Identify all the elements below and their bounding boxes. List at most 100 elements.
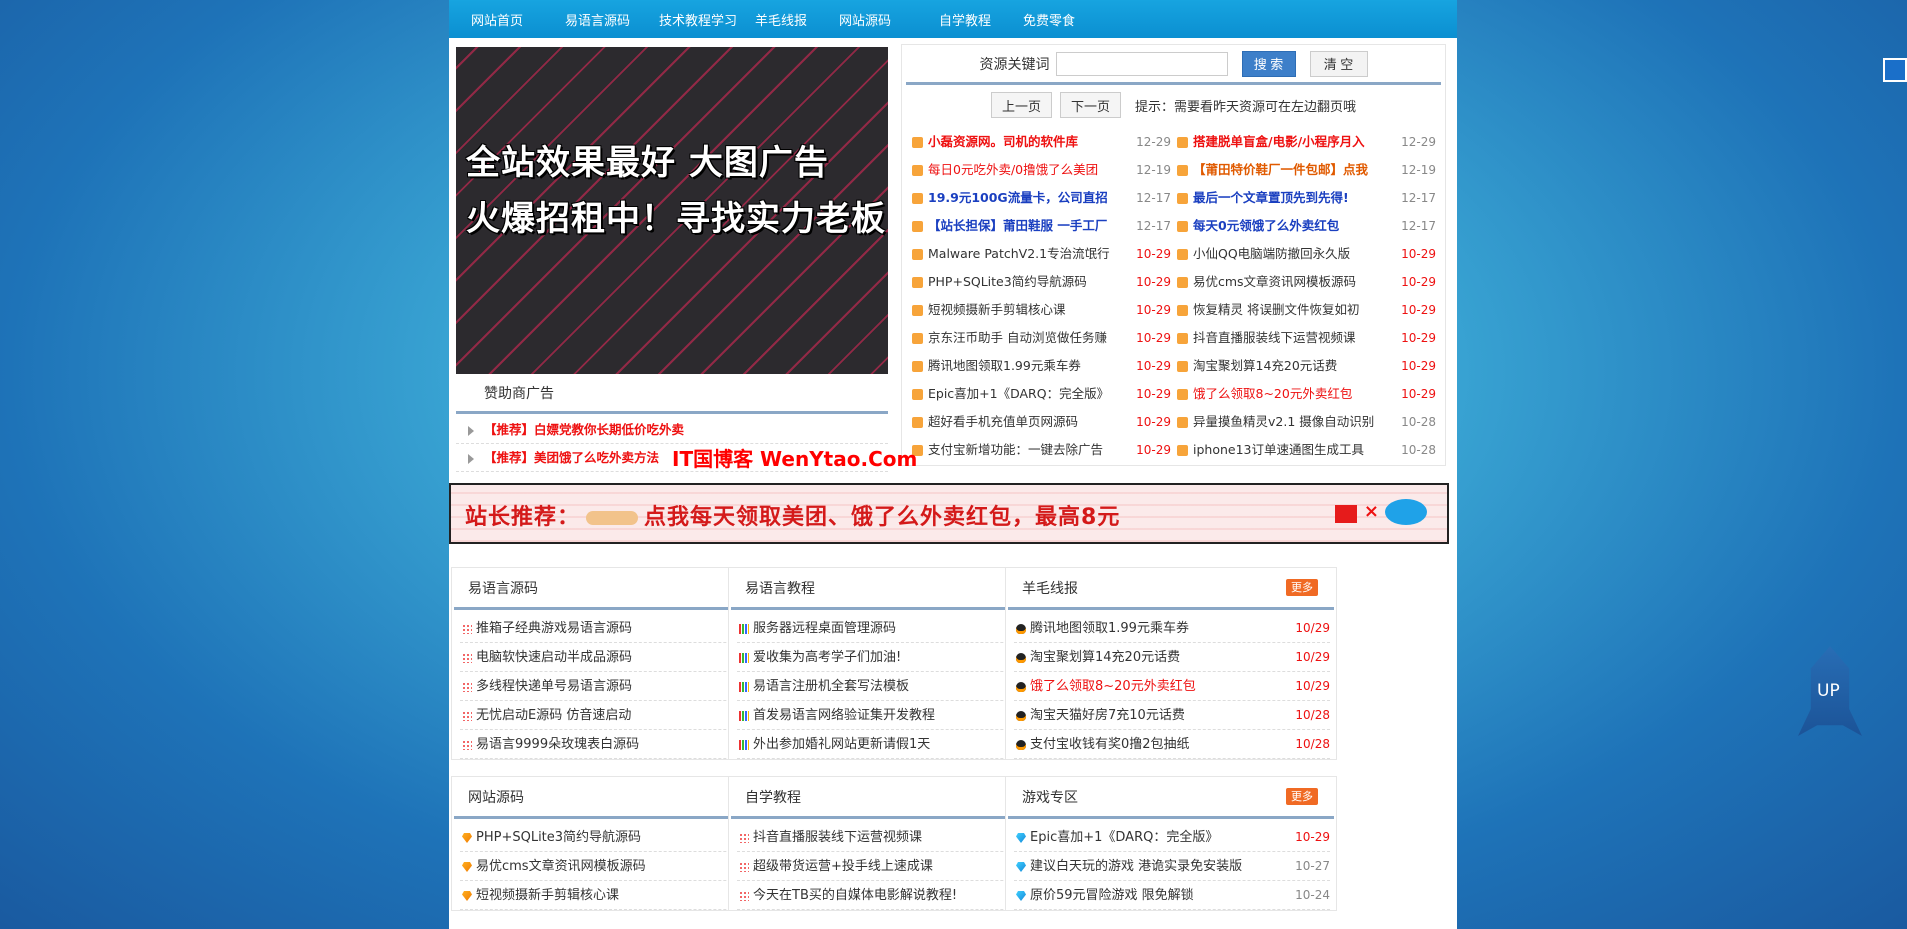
resource-title[interactable]: PHP+SQLite3简约导航源码 bbox=[928, 268, 1128, 296]
list-item-title[interactable]: 腾讯地图领取1.99元乘车券 bbox=[1030, 621, 1189, 636]
resource-item[interactable]: 【站长担保】莆田鞋服 一手工厂 12-17 bbox=[910, 212, 1175, 240]
resource-item[interactable]: 超好看手机充值单页网源码 10-29 bbox=[910, 408, 1175, 436]
more-button[interactable]: 更多 bbox=[1286, 579, 1318, 596]
resource-title[interactable]: 19.9元100G流量卡，公司直招 bbox=[928, 184, 1128, 212]
list-item[interactable]: 原价59元冒险游戏 限免解锁 10-24 bbox=[1014, 881, 1330, 910]
list-item-title[interactable]: 首发易语言网络验证集开发教程 bbox=[753, 708, 935, 723]
nav-item-1[interactable]: 易语言源码 bbox=[565, 10, 659, 29]
clear-button[interactable]: 清 空 bbox=[1309, 50, 1368, 77]
resource-title[interactable]: 搭建脱单盲盒/电影/小程序月入 bbox=[1193, 128, 1393, 156]
resource-title[interactable]: 恢复精灵 将误删文件恢复如初 bbox=[1193, 296, 1393, 324]
resource-title[interactable]: 最后一个文章置顶先到先得! bbox=[1193, 184, 1393, 212]
list-item-title[interactable]: 淘宝天猫好房7充10元话费 bbox=[1030, 708, 1185, 723]
list-item-title[interactable]: 服务器远程桌面管理源码 bbox=[753, 621, 896, 636]
resource-item[interactable]: iphone13订单速通图生成工具 10-28 bbox=[1175, 436, 1440, 464]
resource-title[interactable]: 易优cms文章资讯网模板源码 bbox=[1193, 268, 1393, 296]
list-item-title[interactable]: 淘宝聚划算14充20元话费 bbox=[1030, 650, 1180, 665]
resource-item[interactable]: 最后一个文章置顶先到先得! 12-17 bbox=[1175, 184, 1440, 212]
resource-item[interactable]: 搭建脱单盲盒/电影/小程序月入 12-29 bbox=[1175, 128, 1440, 156]
sponsor-item[interactable]: 【推荐】白嫖党教你长期低价吃外卖 bbox=[456, 416, 888, 444]
resource-item[interactable]: 每天0元领饿了么外卖红包 12-17 bbox=[1175, 212, 1440, 240]
list-item-title[interactable]: 原价59元冒险游戏 限免解锁 bbox=[1030, 888, 1194, 903]
nav-item-5[interactable]: 自学教程 bbox=[939, 10, 1023, 29]
side-float-icon[interactable] bbox=[1883, 58, 1907, 82]
nav-item-4[interactable]: 网站源码 bbox=[839, 10, 939, 29]
resource-item[interactable]: 短视频摄新手剪辑核心课 10-29 bbox=[910, 296, 1175, 324]
resource-item[interactable]: 饿了么领取8~20元外卖红包 10-29 bbox=[1175, 380, 1440, 408]
banner-x: × bbox=[1363, 501, 1379, 522]
back-to-top-label[interactable]: UP bbox=[1817, 681, 1840, 701]
list-item-title[interactable]: 外出参加婚礼网站更新请假1天 bbox=[753, 737, 930, 752]
resource-title[interactable]: 腾讯地图领取1.99元乘车券 bbox=[928, 352, 1128, 380]
resource-item[interactable]: 19.9元100G流量卡，公司直招 12-17 bbox=[910, 184, 1175, 212]
more-button[interactable]: 更多 bbox=[1286, 788, 1318, 805]
resource-item[interactable]: 京东汪币助手 自动浏览做任务赚 10-29 bbox=[910, 324, 1175, 352]
resource-title[interactable]: 【站长担保】莆田鞋服 一手工厂 bbox=[928, 212, 1128, 240]
resource-item[interactable]: 【莆田特价鞋厂一件包邮】点我 12-19 bbox=[1175, 156, 1440, 184]
list-item-title[interactable]: 推箱子经典游戏易语言源码 bbox=[476, 621, 632, 636]
nav-item-0[interactable]: 网站首页 bbox=[471, 10, 565, 29]
resource-item[interactable]: 每日0元吃外卖/0撸饿了么美团 12-19 bbox=[910, 156, 1175, 184]
list-item-title[interactable]: Epic喜加+1《DARQ：完全版》 bbox=[1030, 830, 1218, 845]
list-item-title[interactable]: 短视频摄新手剪辑核心课 bbox=[476, 888, 619, 903]
list-item-title[interactable]: 爱收集为高考学子们加油! bbox=[753, 650, 901, 665]
list-item[interactable]: 淘宝天猫好房7充10元话费 10/28 bbox=[1014, 701, 1330, 730]
resource-item[interactable]: Malware PatchV2.1专治流氓行 10-29 bbox=[910, 240, 1175, 268]
list-item[interactable]: 建议白天玩的游戏 港诡实录免安装版 10-27 bbox=[1014, 852, 1330, 881]
resource-title[interactable]: 每日0元吃外卖/0撸饿了么美团 bbox=[928, 156, 1128, 184]
resource-title[interactable]: 【莆田特价鞋厂一件包邮】点我 bbox=[1193, 156, 1393, 184]
big-ad-banner[interactable]: 全站效果最好 大图广告 火爆招租中！寻找实力老板 bbox=[456, 47, 888, 374]
resource-item[interactable]: 腾讯地图领取1.99元乘车券 10-29 bbox=[910, 352, 1175, 380]
list-item[interactable]: 淘宝聚划算14充20元话费 10/29 bbox=[1014, 643, 1330, 672]
resource-title[interactable]: 小仙QQ电脑端防撤回永久版 bbox=[1193, 240, 1393, 268]
resource-title[interactable]: 超好看手机充值单页网源码 bbox=[928, 408, 1128, 436]
resource-item[interactable]: 异量摸鱼精灵v2.1 摄像自动识别 10-28 bbox=[1175, 408, 1440, 436]
resource-title[interactable]: 异量摸鱼精灵v2.1 摄像自动识别 bbox=[1193, 408, 1393, 436]
next-page-button[interactable]: 下一页 bbox=[1059, 92, 1121, 118]
list-item-title[interactable]: 多线程快递单号易语言源码 bbox=[476, 679, 632, 694]
resource-title[interactable]: iphone13订单速通图生成工具 bbox=[1193, 436, 1393, 464]
list-item[interactable]: 饿了么领取8~20元外卖红包 10/29 bbox=[1014, 672, 1330, 701]
resource-title[interactable]: 饿了么领取8~20元外卖红包 bbox=[1193, 380, 1393, 408]
list-item[interactable]: Epic喜加+1《DARQ：完全版》 10-29 bbox=[1014, 823, 1330, 852]
nav-item-6[interactable]: 免费零食 bbox=[1023, 10, 1107, 29]
search-button[interactable]: 搜 索 bbox=[1241, 50, 1296, 77]
resource-item[interactable]: 抖音直播服装线下运营视频课 10-29 bbox=[1175, 324, 1440, 352]
resource-title[interactable]: 淘宝聚划算14充20元话费 bbox=[1193, 352, 1393, 380]
list-item-title[interactable]: 易优cms文章资讯网模板源码 bbox=[476, 859, 646, 874]
resource-title[interactable]: 支付宝新增功能：一键去除广告 bbox=[928, 436, 1128, 464]
list-item[interactable]: 腾讯地图领取1.99元乘车券 10/29 bbox=[1014, 614, 1330, 643]
list-item-title[interactable]: 超级带货运营+投手线上速成课 bbox=[753, 859, 933, 874]
prev-page-button[interactable]: 上一页 bbox=[990, 92, 1052, 118]
resource-item[interactable]: PHP+SQLite3简约导航源码 10-29 bbox=[910, 268, 1175, 296]
list-item-title[interactable]: 建议白天玩的游戏 港诡实录免安装版 bbox=[1030, 859, 1242, 874]
list-item-title[interactable]: 今天在TB买的自媒体电影解说教程! bbox=[753, 888, 957, 903]
nav-item-2[interactable]: 技术教程学习 bbox=[659, 10, 755, 29]
list-item-title[interactable]: 易语言注册机全套写法模板 bbox=[753, 679, 909, 694]
resource-title[interactable]: 小磊资源网。司机的软件库 bbox=[928, 128, 1128, 156]
list-item[interactable]: 支付宝收钱有奖0撸2包抽纸 10/28 bbox=[1014, 730, 1330, 759]
resource-title[interactable]: Epic喜加+1《DARQ：完全版》 bbox=[928, 380, 1128, 408]
resource-item[interactable]: 易优cms文章资讯网模板源码 10-29 bbox=[1175, 268, 1440, 296]
search-input[interactable] bbox=[1055, 51, 1228, 76]
resource-item[interactable]: 淘宝聚划算14充20元话费 10-29 bbox=[1175, 352, 1440, 380]
list-item-title[interactable]: 电脑软快速启动半成品源码 bbox=[476, 650, 632, 665]
resource-title[interactable]: Malware PatchV2.1专治流氓行 bbox=[928, 240, 1128, 268]
resource-item[interactable]: Epic喜加+1《DARQ：完全版》 10-29 bbox=[910, 380, 1175, 408]
list-item-title[interactable]: 支付宝收钱有奖0撸2包抽纸 bbox=[1030, 737, 1190, 752]
resource-item[interactable]: 小仙QQ电脑端防撤回永久版 10-29 bbox=[1175, 240, 1440, 268]
list-item-title[interactable]: PHP+SQLite3简约导航源码 bbox=[476, 830, 641, 845]
list-item-title[interactable]: 易语言9999朵玫瑰表白源码 bbox=[476, 737, 639, 752]
resource-item[interactable]: 小磊资源网。司机的软件库 12-29 bbox=[910, 128, 1175, 156]
list-item-title[interactable]: 饿了么领取8~20元外卖红包 bbox=[1030, 679, 1196, 694]
resource-item[interactable]: 支付宝新增功能：一键去除广告 10-29 bbox=[910, 436, 1175, 464]
list-item-title[interactable]: 无忧启动E源码 仿音速启动 bbox=[476, 708, 631, 723]
list-item-title[interactable]: 抖音直播服装线下运营视频课 bbox=[753, 830, 922, 845]
nav-item-3[interactable]: 羊毛线报 bbox=[755, 10, 839, 29]
resource-title[interactable]: 每天0元领饿了么外卖红包 bbox=[1193, 212, 1393, 240]
resource-title[interactable]: 抖音直播服装线下运营视频课 bbox=[1193, 324, 1393, 352]
promo-banner[interactable]: 站长推荐： 点我每天领取美团、饿了么外卖红包，最高8元 × bbox=[449, 483, 1449, 544]
resource-title[interactable]: 短视频摄新手剪辑核心课 bbox=[928, 296, 1128, 324]
resource-title[interactable]: 京东汪币助手 自动浏览做任务赚 bbox=[928, 324, 1128, 352]
resource-item[interactable]: 恢复精灵 将误删文件恢复如初 10-29 bbox=[1175, 296, 1440, 324]
